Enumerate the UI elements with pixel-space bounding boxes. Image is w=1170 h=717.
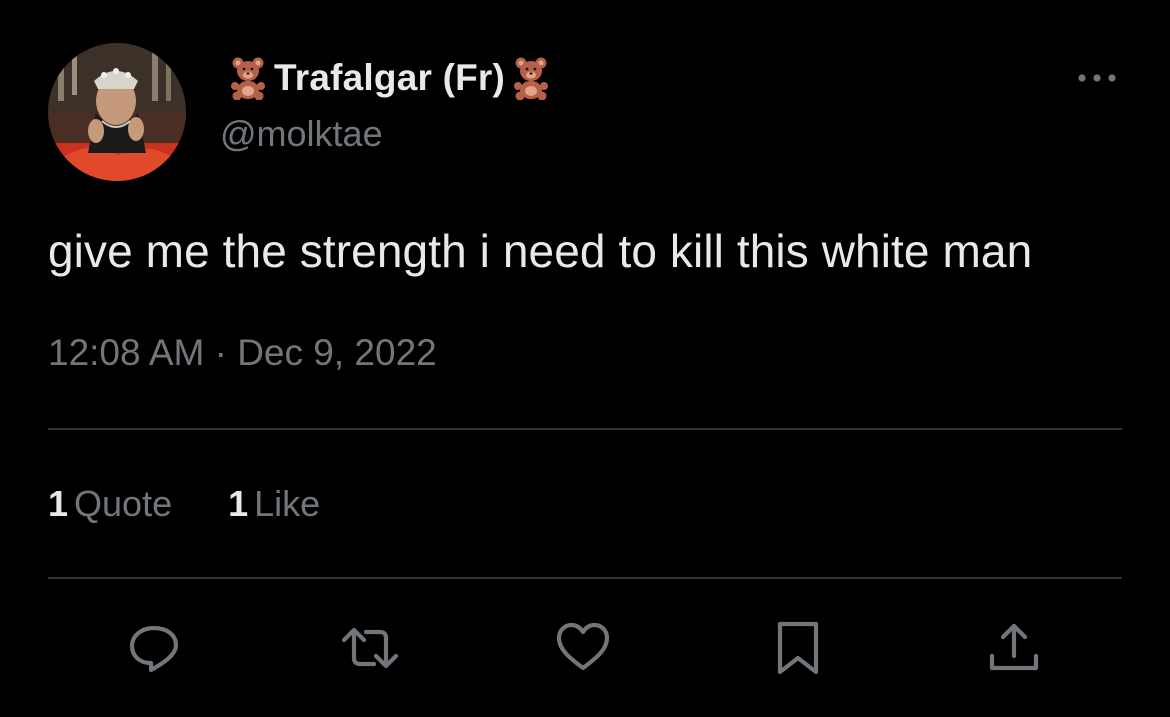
quote-count: 1: [48, 483, 69, 524]
avatar-image: [48, 43, 186, 181]
like-button[interactable]: [553, 618, 613, 678]
bookmark-icon: [777, 621, 819, 675]
tweet-detail: Trafalgar (Fr) @molktae give me the stre…: [0, 0, 1170, 717]
avatar[interactable]: [48, 43, 186, 181]
share-icon: [989, 623, 1039, 671]
share-button[interactable]: [984, 618, 1044, 678]
user-handle[interactable]: @molktae: [220, 113, 383, 155]
retweet-button[interactable]: [340, 618, 400, 678]
action-bar: [0, 618, 1170, 678]
divider: [48, 577, 1122, 579]
tweet-text: give me the strength i need to kill this…: [48, 225, 1033, 277]
bookmark-button[interactable]: [768, 618, 828, 678]
quote-count-link[interactable]: 1 Quote: [48, 483, 172, 525]
teddy-bear-icon: [514, 57, 549, 100]
more-options-icon: [1078, 74, 1116, 82]
reply-button[interactable]: [124, 618, 184, 678]
reply-icon: [129, 625, 179, 673]
like-icon: [556, 622, 610, 671]
divider: [48, 428, 1122, 430]
like-count: 1: [228, 483, 249, 524]
display-name: Trafalgar (Fr): [274, 57, 506, 98]
like-label: Like: [254, 483, 321, 524]
display-name-row[interactable]: Trafalgar (Fr): [230, 52, 549, 104]
retweet-icon: [341, 627, 399, 669]
quote-label: Quote: [74, 483, 173, 524]
like-count-link[interactable]: 1 Like: [228, 483, 320, 525]
teddy-bear-icon: [231, 57, 265, 100]
more-options-button[interactable]: [1072, 62, 1122, 92]
engagement-stats: 1 Quote 1 Like: [48, 483, 320, 525]
tweet-timestamp[interactable]: 12:08 AM · Dec 9, 2022: [48, 332, 437, 374]
